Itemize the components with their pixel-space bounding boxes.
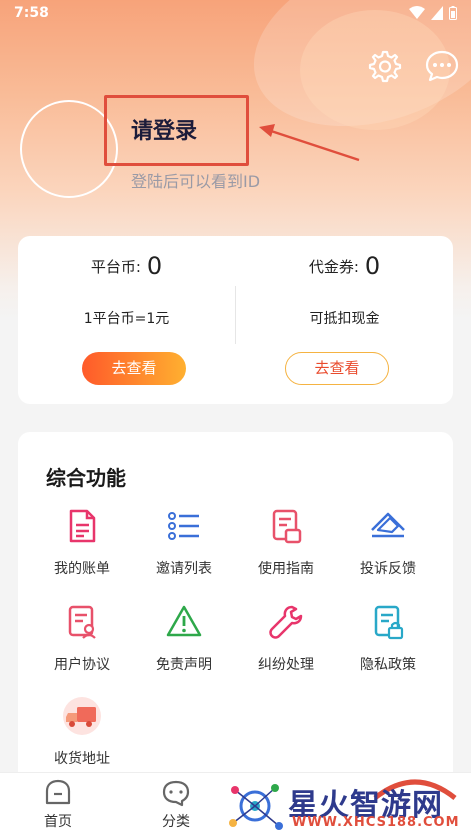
arrow-annotation-icon <box>259 124 360 162</box>
function-item-invite-list[interactable]: 邀请列表 <box>134 506 234 578</box>
warning-icon <box>166 605 202 637</box>
voucher-header: 代金券: 0 <box>236 252 453 280</box>
tab-home[interactable]: 首页 <box>18 779 98 831</box>
platform-coin-view-button[interactable]: 去查看 <box>82 352 186 385</box>
function-label: 收货地址 <box>54 751 110 767</box>
platform-coin-note: 1平台币=1元 <box>83 311 170 327</box>
guide-icon <box>272 509 302 544</box>
function-item-guide[interactable]: 使用指南 <box>236 506 336 578</box>
agreement-icon <box>68 605 96 639</box>
privacy-icon <box>374 605 404 640</box>
bill-icon <box>69 509 96 543</box>
platform-coin-section: 平台币: 0 1平台币=1元 去查看 <box>18 236 235 404</box>
message-icon[interactable] <box>424 48 460 84</box>
wrench-icon <box>269 605 303 639</box>
function-item-disclaimer[interactable]: 免责声明 <box>134 602 234 674</box>
battery-icon <box>449 6 457 20</box>
coin-card: 平台币: 0 1平台币=1元 去查看 代金券: 0 可抵扣现金 去查看 <box>18 236 453 404</box>
platform-coin-label: 平台币: <box>90 258 141 276</box>
category-icon <box>162 780 190 807</box>
platform-coin-value: 0 <box>146 252 163 280</box>
function-label: 我的账单 <box>54 561 110 577</box>
status-time: 7:58 <box>14 5 49 21</box>
voucher-label: 代金券: <box>308 258 359 276</box>
function-item-user-agreement[interactable]: 用户协议 <box>32 602 132 674</box>
voucher-section: 代金券: 0 可抵扣现金 去查看 <box>236 236 453 404</box>
function-label: 隐私政策 <box>360 657 416 673</box>
function-label: 纠纷处理 <box>258 657 314 673</box>
voucher-view-button[interactable]: 去查看 <box>285 352 389 385</box>
login-subtitle: 登陆后可以看到ID <box>131 172 261 191</box>
function-label: 用户协议 <box>54 657 110 673</box>
function-item-dispute[interactable]: 纠纷处理 <box>236 602 336 674</box>
function-item-feedback[interactable]: 投诉反馈 <box>338 506 438 578</box>
tab-label: 分类 <box>162 814 190 830</box>
wifi-icon <box>409 6 425 19</box>
function-item-address[interactable]: 收货地址 <box>32 696 132 768</box>
login-title[interactable]: 请登录 <box>131 113 197 145</box>
functions-card: 综合功能 我的账单 邀请列表 使用指南 投诉反馈 用户协议 免责声明 纠纷处理 … <box>18 432 453 792</box>
status-bar: 7:58 <box>0 0 471 28</box>
voucher-value: 0 <box>364 252 381 280</box>
status-icons <box>409 6 457 20</box>
function-label: 使用指南 <box>258 561 314 577</box>
tab-label: 首页 <box>44 814 72 830</box>
voucher-note: 可抵扣现金 <box>309 311 380 327</box>
function-item-privacy[interactable]: 隐私政策 <box>338 602 438 674</box>
function-label: 投诉反馈 <box>360 561 416 577</box>
home-icon <box>45 779 71 805</box>
watermark-url: WWW.XHCS188.COM <box>292 815 460 830</box>
function-item-bill[interactable]: 我的账单 <box>32 506 132 578</box>
platform-coin-header: 平台币: 0 <box>18 252 235 280</box>
delivery-truck-icon <box>63 697 101 735</box>
tab-category[interactable]: 分类 <box>136 779 216 831</box>
functions-title: 综合功能 <box>46 466 126 490</box>
list-icon <box>168 512 199 540</box>
function-label: 邀请列表 <box>156 561 212 577</box>
settings-icon[interactable] <box>366 48 402 84</box>
signal-icon <box>431 6 443 20</box>
feedback-icon <box>371 512 405 538</box>
function-label: 免责声明 <box>156 657 212 673</box>
